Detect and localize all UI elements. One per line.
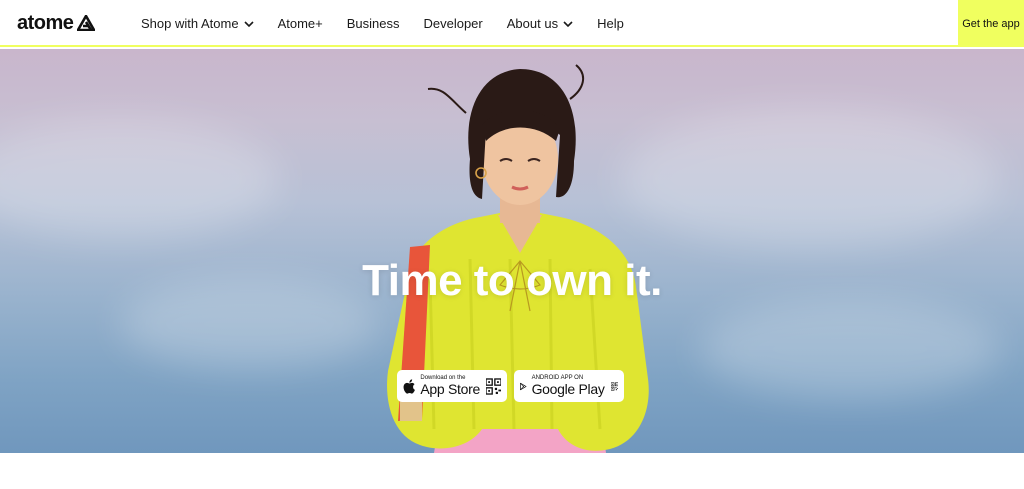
nav-about-us[interactable]: About us: [507, 16, 573, 31]
qr-code-icon: [610, 381, 618, 391]
nav-atome-plus[interactable]: Atome+: [278, 16, 323, 31]
top-navbar: atome Shop with Atome Atome+ Business De…: [0, 0, 1024, 47]
nav-help[interactable]: Help: [597, 16, 624, 31]
atome-logo[interactable]: atome: [17, 11, 96, 35]
page-body-area: [0, 453, 1024, 489]
cloud-decoration: [620, 109, 1000, 249]
app-store-label: App Store: [420, 381, 480, 397]
nav-label: Business: [346, 16, 400, 31]
hero-banner: Time to own it. Download on the App Stor…: [0, 49, 1024, 453]
nav-shop-with-atome[interactable]: Shop with Atome: [141, 16, 254, 31]
logo-wordmark: atome: [17, 11, 74, 34]
chevron-down-icon: [243, 20, 254, 27]
nav-business[interactable]: Business: [347, 16, 400, 31]
apple-icon: [403, 378, 415, 394]
get-the-app-button[interactable]: Get the app: [958, 0, 1024, 47]
nav-label: About us: [506, 16, 559, 31]
qr-code-icon: [485, 377, 501, 395]
chevron-down-icon: [563, 20, 573, 27]
google-play-icon: [520, 382, 527, 390]
nav-developer[interactable]: Developer: [423, 16, 482, 31]
atome-logo-icon: [77, 15, 96, 31]
main-nav: Shop with Atome Atome+ Business Develope…: [141, 0, 648, 47]
google-play-button[interactable]: ANDROID APP ON Google Play: [514, 370, 624, 402]
nav-label: Atome+: [277, 16, 323, 31]
hero-headline: Time to own it.: [362, 256, 662, 305]
cloud-decoration: [700, 299, 1000, 399]
google-play-label: Google Play: [531, 381, 605, 397]
app-store-button[interactable]: Download on the App Store: [397, 370, 507, 402]
nav-label: Developer: [423, 16, 483, 31]
nav-label: Shop with Atome: [141, 16, 239, 31]
nav-label: Help: [597, 16, 624, 31]
cloud-decoration: [0, 119, 280, 239]
